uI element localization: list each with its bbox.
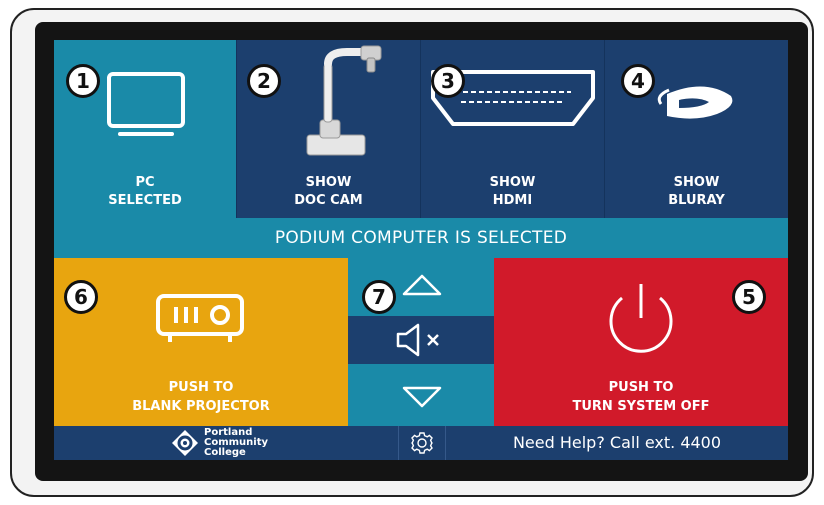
source-doc-cam-button[interactable]: 2 SHOW DOC CAM — [237, 40, 421, 218]
source-bluray-button[interactable]: 4 SHOW BLURAY — [605, 40, 788, 218]
source-doc-cam-label-line2: DOC CAM — [294, 193, 363, 208]
blank-projector-label-line2: BLANK PROJECTOR — [132, 399, 270, 414]
power-off-label: PUSH TO TURN SYSTEM OFF — [494, 378, 788, 416]
power-off-button[interactable]: 5 PUSH TO TURN SYSTEM OFF — [494, 258, 788, 426]
source-pc-label-line2: SELECTED — [108, 193, 182, 208]
source-hdmi-label-line1: SHOW — [489, 175, 536, 190]
source-bluray-label-line1: SHOW — [673, 175, 720, 190]
status-banner: PODIUM COMPUTER IS SELECTED — [54, 218, 788, 258]
source-doc-cam-label: SHOW DOC CAM — [237, 174, 420, 210]
footer-bar: Portland Community College Need Help? Ca… — [54, 426, 788, 460]
mute-icon — [396, 323, 439, 357]
power-off-label-line2: TURN SYSTEM OFF — [572, 399, 710, 414]
source-pc-label: PC SELECTED — [54, 174, 236, 210]
hdmi-port-icon — [431, 70, 595, 126]
callout-number-3: 3 — [431, 64, 465, 98]
callout-number-5: 5 — [732, 280, 766, 314]
settings-button[interactable] — [398, 426, 446, 460]
college-logo-text: Portland Community College — [204, 428, 268, 458]
blank-projector-button[interactable]: 6 PUSH TO BLANK PROJECTOR — [54, 258, 348, 426]
gear-icon — [411, 432, 433, 454]
volume-control: 7 — [348, 258, 494, 426]
source-bluray-label-line2: BLURAY — [668, 193, 725, 208]
projector-icon — [156, 294, 244, 342]
source-hdmi-label-line2: HDMI — [492, 193, 533, 208]
volume-down-button[interactable] — [348, 364, 494, 426]
blank-projector-label: PUSH TO BLANK PROJECTOR — [54, 378, 348, 416]
callout-number-2: 2 — [247, 64, 281, 98]
bluray-logo-icon — [657, 86, 733, 119]
source-hdmi-label: SHOW HDMI — [421, 174, 604, 210]
source-doc-cam-label-line1: SHOW — [305, 175, 352, 190]
blank-projector-label-line1: PUSH TO — [168, 380, 234, 395]
callout-number-7: 7 — [362, 280, 396, 314]
help-text: Need Help? Call ext. 4400 — [512, 433, 722, 452]
college-logo: Portland Community College — [54, 426, 398, 460]
callout-number-4: 4 — [621, 64, 655, 98]
callout-number-1: 1 — [66, 64, 100, 98]
callout-number-6: 6 — [64, 280, 98, 314]
source-hdmi-button[interactable]: 3 SHOW HDMI — [421, 40, 605, 218]
college-logo-line3: College — [204, 447, 246, 458]
source-bluray-label: SHOW BLURAY — [605, 174, 788, 210]
source-pc-button[interactable]: 1 PC SELECTED — [54, 40, 237, 218]
power-off-label-line1: PUSH TO — [608, 380, 674, 395]
touch-panel-screen: 1 PC SELECTED 2 SHOW DOC CAM 3 SHOW HDMI… — [54, 40, 788, 460]
college-logo-icon — [172, 430, 198, 456]
volume-down-icon — [402, 386, 442, 408]
source-pc-label-line1: PC — [135, 175, 155, 190]
mute-button[interactable] — [348, 316, 494, 364]
monitor-icon — [107, 72, 185, 136]
document-camera-icon — [306, 45, 382, 156]
